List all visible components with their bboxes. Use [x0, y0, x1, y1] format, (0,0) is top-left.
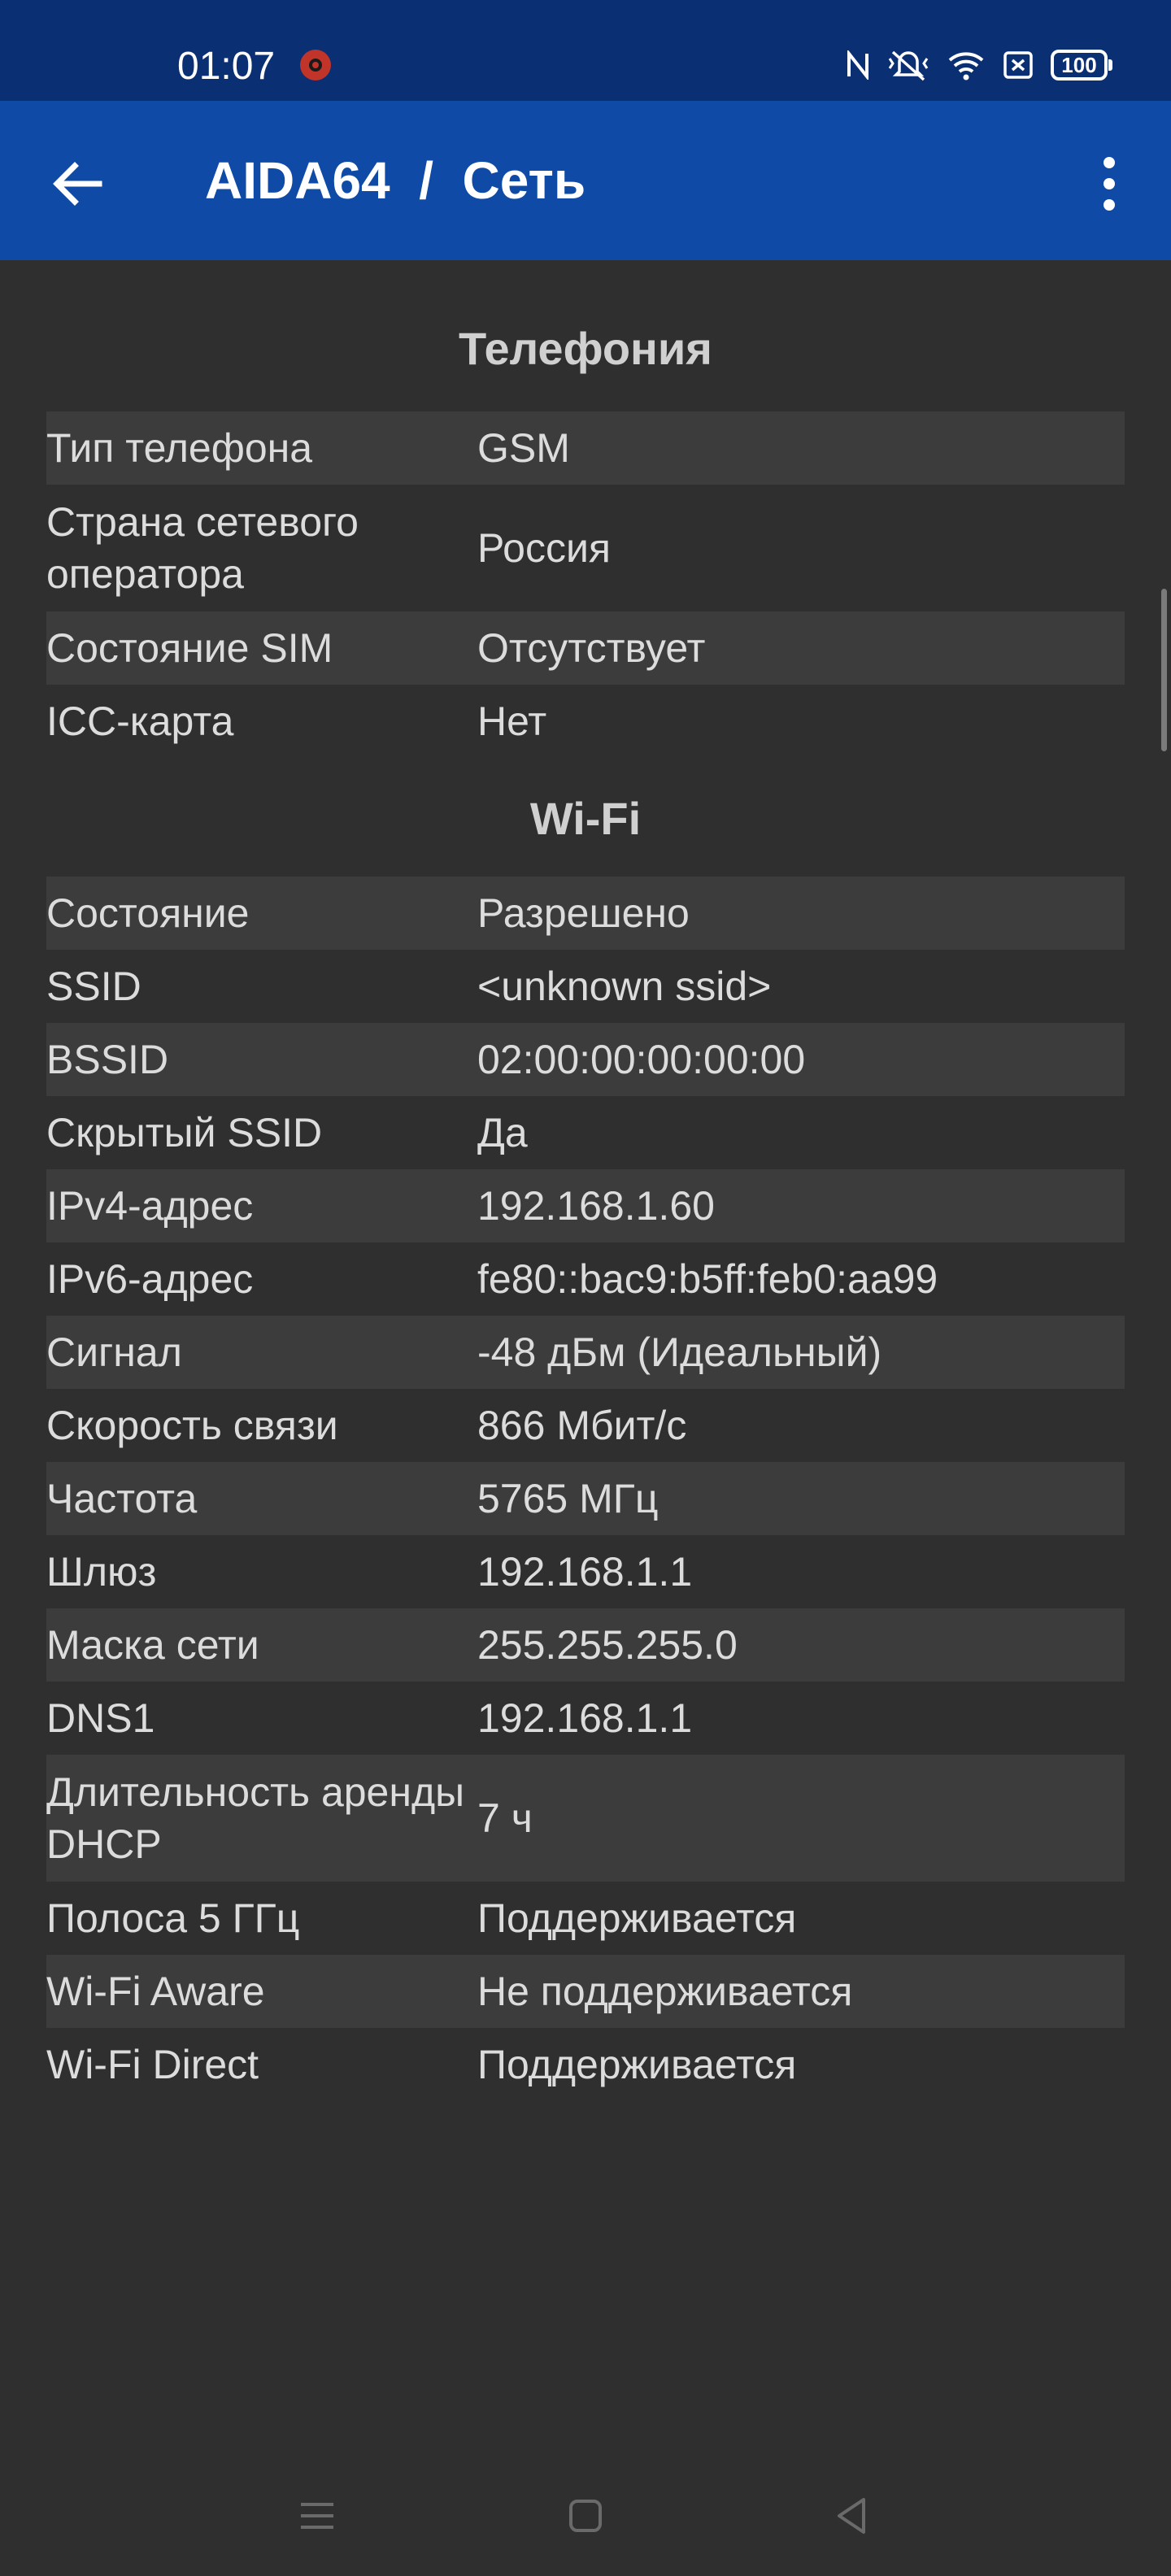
row-value: Разрешено	[477, 890, 690, 936]
row-label: Частота	[46, 1476, 198, 1521]
row-value: 192.168.1.60	[477, 1183, 715, 1229]
page-title: AIDA64 / Сеть	[205, 151, 586, 210]
row-label: Состояние SIM	[46, 625, 333, 671]
notification-app-icon	[300, 50, 331, 80]
home-square-icon[interactable]	[561, 2491, 610, 2540]
row-label: BSSID	[46, 1037, 169, 1082]
table-row: ICC-карта Нет	[46, 685, 1125, 758]
row-value: Да	[477, 1110, 528, 1155]
mute-icon	[888, 50, 929, 81]
row-label: Wi-Fi Direct	[46, 2042, 259, 2087]
table-row: Скорость связи 866 Мбит/с	[46, 1389, 1125, 1462]
row-value: -48 дБм (Идеальный)	[477, 1329, 882, 1375]
table-row: Страна сетевого оператора Россия	[46, 485, 1125, 611]
row-label: ICC-карта	[46, 698, 234, 744]
table-row: Длительность аренды DHCP 7 ч	[46, 1755, 1125, 1882]
row-label: Полоса 5 ГГц	[46, 1895, 300, 1941]
row-label: Тип телефона	[46, 425, 313, 471]
section-header-wifi: Wi-Fi	[529, 793, 642, 844]
row-value: Поддерживается	[477, 1895, 797, 1941]
table-row: Полоса 5 ГГц Поддерживается	[46, 1882, 1125, 1955]
table-row: SSID <unknown ssid>	[46, 950, 1125, 1023]
table-row: Маска сети 255.255.255.0	[46, 1608, 1125, 1682]
row-value: <unknown ssid>	[477, 964, 772, 1009]
table-row: IPv4-адрес 192.168.1.60	[46, 1169, 1125, 1242]
menu-lines-icon[interactable]	[293, 2491, 342, 2540]
row-value: fe80::bac9:b5ff:feb0:aa99	[477, 1256, 938, 1302]
row-value: GSM	[477, 425, 570, 471]
battery-indicator: 100	[1051, 50, 1112, 80]
table-row: BSSID 02:00:00:00:00:00	[46, 1023, 1125, 1096]
table-row: Тип телефона GSM	[46, 411, 1125, 485]
row-label: Скорость связи	[46, 1403, 338, 1448]
row-label: Сигнал	[46, 1329, 182, 1375]
table-row: Состояние Разрешено	[46, 877, 1125, 950]
row-value: Отсутствует	[477, 625, 706, 671]
row-label: IPv6-адрес	[46, 1256, 254, 1302]
arrow-left-icon[interactable]	[46, 151, 111, 216]
row-value: 02:00:00:00:00:00	[477, 1037, 806, 1082]
row-label: Скрытый SSID	[46, 1110, 323, 1155]
table-row: Сигнал -48 дБм (Идеальный)	[46, 1316, 1125, 1389]
status-bar: 01:07 100	[0, 0, 1171, 101]
table-row: DNS1 192.168.1.1	[46, 1682, 1125, 1755]
row-label: IPv4-адрес	[46, 1183, 254, 1229]
back-triangle-icon[interactable]	[828, 2491, 877, 2540]
section-header-telephony: Телефония	[459, 323, 712, 374]
row-value: 192.168.1.1	[477, 1695, 693, 1741]
table-row: Wi-Fi Direct Поддерживается	[46, 2028, 1125, 2101]
table-row: Скрытый SSID Да	[46, 1096, 1125, 1169]
status-icons: 100	[846, 46, 1112, 85]
close-box-icon	[1003, 51, 1033, 79]
nfc-icon	[847, 50, 868, 80]
row-value: Россия	[477, 525, 611, 571]
row-label: Страна сетевого оператора	[46, 499, 359, 597]
wifi-icon	[948, 52, 984, 80]
status-time: 01:07	[177, 45, 276, 88]
more-vert-icon[interactable]	[1085, 151, 1134, 216]
table-row: Частота 5765 МГц	[46, 1462, 1125, 1535]
row-label: Маска сети	[46, 1622, 259, 1668]
row-value: Поддерживается	[477, 2042, 797, 2087]
system-nav-bar	[0, 2462, 1171, 2576]
row-label: DNS1	[46, 1695, 155, 1741]
row-value: 7 ч	[477, 1795, 533, 1841]
row-value: Не поддерживается	[477, 1969, 853, 2014]
table-row: Wi-Fi Aware Не поддерживается	[46, 1955, 1125, 2028]
table-row: Шлюз 192.168.1.1	[46, 1535, 1125, 1608]
scrollbar[interactable]	[1161, 589, 1167, 751]
row-value: 5765 МГц	[477, 1476, 659, 1521]
content: Телефония Тип телефона GSM Страна сетево…	[46, 260, 1125, 2101]
row-label: Wi-Fi Aware	[46, 1969, 265, 2014]
row-value: 192.168.1.1	[477, 1549, 693, 1595]
table-row: IPv6-адрес fe80::bac9:b5ff:feb0:aa99	[46, 1242, 1125, 1316]
table-row: Состояние SIM Отсутствует	[46, 611, 1125, 685]
row-value: 866 Мбит/с	[477, 1403, 687, 1448]
row-label: Состояние	[46, 890, 250, 936]
row-label: Шлюз	[46, 1549, 157, 1595]
row-value: 255.255.255.0	[477, 1622, 738, 1668]
row-value: Нет	[477, 698, 547, 744]
app-bar: AIDA64 / Сеть	[0, 101, 1171, 260]
row-label: SSID	[46, 964, 141, 1009]
row-label: Длительность аренды DHCP	[46, 1769, 465, 1867]
